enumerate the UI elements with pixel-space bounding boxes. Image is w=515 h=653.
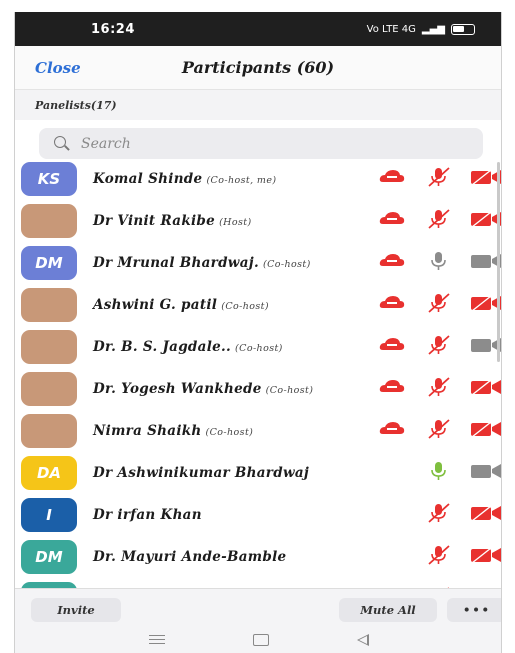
invite-button[interactable]: Invite bbox=[31, 598, 121, 622]
participant-name: Dr. B. S. Jagdale.. (Co-host) bbox=[93, 339, 283, 355]
mic-muted-icon[interactable] bbox=[425, 376, 453, 398]
avatar: I bbox=[21, 498, 77, 532]
participant-role: (Co-host) bbox=[205, 427, 254, 438]
mic-muted-icon[interactable] bbox=[425, 418, 453, 440]
mic-icon[interactable] bbox=[425, 460, 453, 482]
participant-row[interactable]: DM Dr. Mayuri Ande-Bamble bbox=[15, 536, 502, 578]
mic-muted-icon[interactable] bbox=[425, 334, 453, 356]
participant-row[interactable]: Dr Vinit Rakibe (Host) bbox=[15, 200, 501, 242]
participant-row[interactable] bbox=[15, 578, 501, 588]
participant-name-text: Dr Mrunal Bhardwaj. bbox=[93, 255, 259, 271]
cloud-recording-icon bbox=[379, 380, 405, 392]
participant-role: (Co-host) bbox=[265, 385, 314, 396]
participant-role: (Co-host, me) bbox=[206, 175, 277, 186]
title-bar: Close Participants (60) bbox=[15, 46, 501, 90]
participant-name-text: Nimra Shaikh bbox=[93, 423, 202, 439]
participant-name: Dr Mrunal Bhardwaj. (Co-host) bbox=[93, 255, 311, 271]
avatar bbox=[21, 288, 77, 322]
participant-role: (Co-host) bbox=[221, 301, 269, 312]
participant-name-text: Dr. Yogesh Wankhede bbox=[93, 381, 262, 397]
participant-name-text: Komal Shinde bbox=[93, 171, 203, 187]
search-box[interactable] bbox=[39, 128, 483, 159]
page-title: Participants (60) bbox=[181, 58, 335, 77]
phone-screen: 16:24 Vo LTE 4G ▂▄▆ Close Participants (… bbox=[14, 12, 502, 653]
android-nav-bar bbox=[15, 626, 501, 653]
cloud-recording-icon bbox=[379, 296, 405, 308]
avatar: KS bbox=[21, 162, 77, 196]
participant-name: Dr Ashwinikumar Bhardwaj bbox=[93, 465, 309, 481]
camera-off-icon[interactable] bbox=[469, 378, 502, 396]
participant-name-text: Dr. B. S. Jagdale.. bbox=[93, 339, 232, 355]
participant-name-text: Dr Vinit Rakibe bbox=[93, 213, 216, 229]
avatar bbox=[21, 330, 77, 364]
mic-muted-icon[interactable] bbox=[425, 544, 453, 566]
participant-name: Ashwini G. patil (Co-host) bbox=[93, 297, 269, 313]
status-bar: 16:24 Vo LTE 4G ▂▄▆ bbox=[15, 12, 501, 46]
participant-row[interactable]: Nimra Shaikh (Co-host) bbox=[15, 410, 502, 452]
camera-off-icon[interactable] bbox=[469, 546, 502, 564]
bottom-toolbar: Invite Mute All ••• bbox=[15, 588, 501, 626]
mic-muted-icon[interactable] bbox=[425, 166, 453, 188]
camera-off-icon[interactable] bbox=[469, 504, 502, 522]
participant-name-text: Dr irfan Khan bbox=[93, 507, 202, 523]
battery-icon bbox=[451, 23, 475, 35]
participant-role: (Co-host) bbox=[235, 343, 283, 354]
status-icons: Vo LTE 4G ▂▄▆ bbox=[366, 23, 475, 35]
participant-row[interactable]: Dr. B. S. Jagdale.. (Co-host) bbox=[15, 326, 501, 368]
more-options-button[interactable]: ••• bbox=[447, 598, 501, 622]
scrollbar[interactable] bbox=[497, 162, 500, 362]
participant-row[interactable]: DA Dr Ashwinikumar Bhardwaj bbox=[15, 452, 502, 494]
camera-icon[interactable] bbox=[469, 462, 502, 480]
search-input[interactable] bbox=[81, 135, 441, 152]
participant-role: (Host) bbox=[219, 217, 252, 228]
participant-row[interactable]: Ashwini G. patil (Co-host) bbox=[15, 284, 501, 326]
network-indicator: Vo LTE 4G bbox=[366, 23, 416, 35]
signal-icon: ▂▄▆ bbox=[421, 23, 445, 35]
participant-name-text: Dr Ashwinikumar Bhardwaj bbox=[93, 465, 310, 481]
home-icon[interactable] bbox=[253, 633, 269, 646]
search-icon bbox=[53, 135, 71, 153]
mute-all-button[interactable]: Mute All bbox=[339, 598, 437, 622]
cloud-recording-icon bbox=[379, 212, 405, 224]
status-time: 16:24 bbox=[91, 21, 135, 37]
cloud-recording-icon bbox=[379, 338, 405, 350]
mic-icon[interactable] bbox=[425, 250, 453, 272]
back-icon[interactable] bbox=[357, 633, 369, 646]
participant-row[interactable]: KS Komal Shinde (Co-host, me) bbox=[15, 158, 501, 200]
participant-role: (Co-host) bbox=[262, 259, 311, 270]
avatar bbox=[21, 372, 77, 406]
avatar bbox=[21, 414, 77, 448]
close-button[interactable]: Close bbox=[35, 59, 81, 77]
camera-off-icon[interactable] bbox=[469, 420, 502, 438]
avatar: DM bbox=[21, 246, 77, 280]
avatar: DM bbox=[21, 540, 77, 574]
participant-name-text: Dr. Mayuri Ande-Bamble bbox=[93, 549, 287, 565]
mic-muted-icon[interactable] bbox=[425, 502, 453, 524]
participant-row[interactable]: I Dr irfan Khan bbox=[15, 494, 502, 536]
cloud-recording-icon bbox=[379, 254, 405, 266]
cloud-recording-icon bbox=[379, 170, 405, 182]
participant-name: Dr. Yogesh Wankhede (Co-host) bbox=[93, 381, 313, 397]
participant-name: Dr Vinit Rakibe (Host) bbox=[93, 213, 252, 229]
participant-name: Nimra Shaikh (Co-host) bbox=[93, 423, 253, 439]
participant-name: Komal Shinde (Co-host, me) bbox=[93, 171, 276, 187]
mic-muted-icon[interactable] bbox=[425, 208, 453, 230]
participant-name: Dr. Mayuri Ande-Bamble bbox=[93, 549, 286, 565]
participant-name-text: Ashwini G. patil bbox=[93, 297, 218, 313]
panelists-header: Panelists(17) bbox=[15, 90, 501, 120]
participant-name: Dr irfan Khan bbox=[93, 507, 202, 523]
avatar bbox=[21, 204, 77, 238]
cloud-recording-icon bbox=[379, 422, 405, 434]
avatar: DA bbox=[21, 456, 77, 490]
participant-row[interactable]: DM Dr Mrunal Bhardwaj. (Co-host) bbox=[15, 242, 501, 284]
participant-list: KS Komal Shinde (Co-host, me) Dr Vinit Raki… bbox=[15, 158, 502, 588]
recent-apps-icon[interactable] bbox=[149, 635, 165, 644]
mic-muted-icon[interactable] bbox=[425, 292, 453, 314]
participant-row[interactable]: Dr. Yogesh Wankhede (Co-host) bbox=[15, 368, 502, 410]
